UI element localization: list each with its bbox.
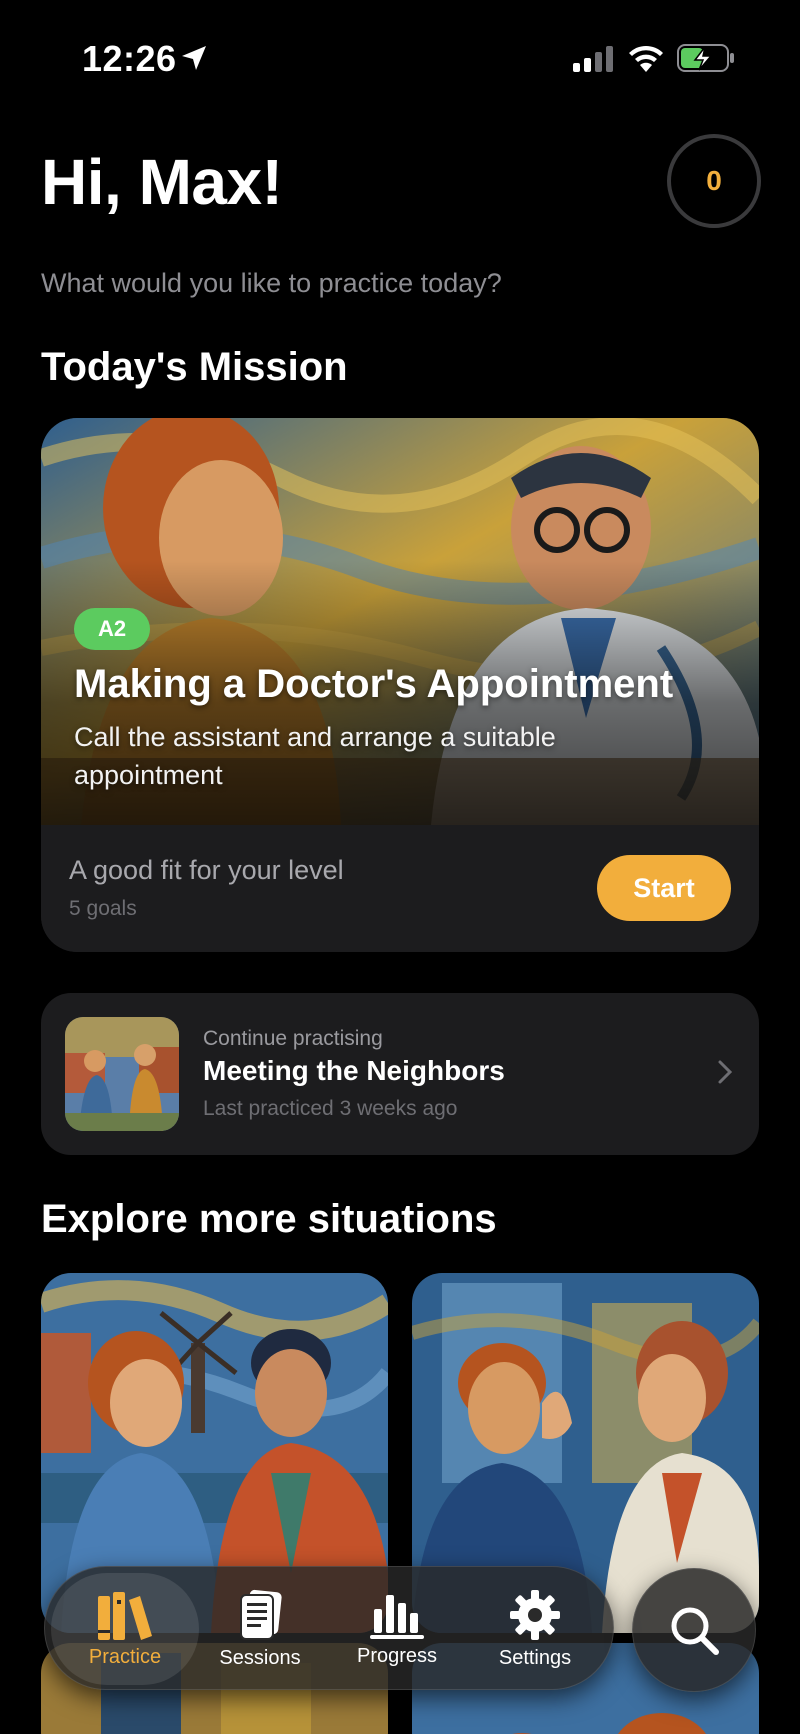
tab-practice[interactable]: Practice bbox=[51, 1573, 199, 1685]
tab-label: Settings bbox=[498, 1646, 572, 1669]
continue-title: Meeting the Neighbors bbox=[203, 1055, 505, 1086]
cellular-signal-icon bbox=[573, 46, 613, 72]
streak-count: 0 bbox=[706, 165, 722, 196]
streak-counter[interactable]: 0 bbox=[667, 134, 761, 228]
continue-thumbnail bbox=[65, 1017, 179, 1131]
continue-last-practiced: Last practiced 3 weeks ago bbox=[203, 1097, 458, 1120]
mission-footer: A good fit for your level 5 goals Start bbox=[41, 825, 759, 952]
tab-sessions[interactable]: Sessions bbox=[195, 1573, 325, 1685]
tab-label: Practice bbox=[88, 1645, 162, 1668]
mission-description: Call the assistant and arrange a suitabl… bbox=[74, 722, 556, 790]
tab-label: Sessions bbox=[219, 1646, 301, 1669]
status-bar: 12:26 bbox=[0, 0, 800, 120]
tab-bar: Practice Sessions Progress Settings bbox=[44, 1566, 614, 1690]
level-fit-text: A good fit for your level bbox=[69, 855, 344, 885]
goals-count: 5 goals bbox=[69, 897, 137, 920]
bar-chart-icon bbox=[370, 1594, 424, 1639]
mission-card[interactable]: A2 Making a Doctor's Appointment Call th… bbox=[41, 418, 759, 952]
greeting-title: Hi, Max! bbox=[41, 146, 283, 218]
tab-label: Progress bbox=[356, 1644, 438, 1667]
location-arrow-icon bbox=[182, 46, 206, 70]
greeting-subtitle: What would you like to practice today? bbox=[41, 268, 502, 298]
explore-section-title: Explore more situations bbox=[41, 1197, 497, 1241]
wifi-icon bbox=[629, 45, 663, 72]
books-icon bbox=[98, 1591, 152, 1640]
gear-icon bbox=[510, 1589, 560, 1640]
tab-settings[interactable]: Settings bbox=[465, 1573, 605, 1685]
document-icon bbox=[240, 1589, 282, 1640]
mission-section-title: Today's Mission bbox=[41, 345, 348, 389]
tab-progress[interactable]: Progress bbox=[327, 1573, 467, 1685]
level-badge: A2 bbox=[74, 608, 151, 650]
chevron-right-icon bbox=[718, 1060, 733, 1084]
continue-practising-card[interactable]: Continue practising Meeting the Neighbor… bbox=[41, 993, 759, 1155]
search-button[interactable] bbox=[632, 1568, 756, 1692]
continue-kicker: Continue practising bbox=[203, 1027, 383, 1050]
status-time: 12:26 bbox=[82, 38, 177, 79]
battery-charging-icon bbox=[677, 44, 734, 72]
mission-title: Making a Doctor's Appointment bbox=[74, 662, 674, 706]
search-icon bbox=[671, 1607, 719, 1655]
start-button[interactable]: Start bbox=[597, 855, 731, 921]
